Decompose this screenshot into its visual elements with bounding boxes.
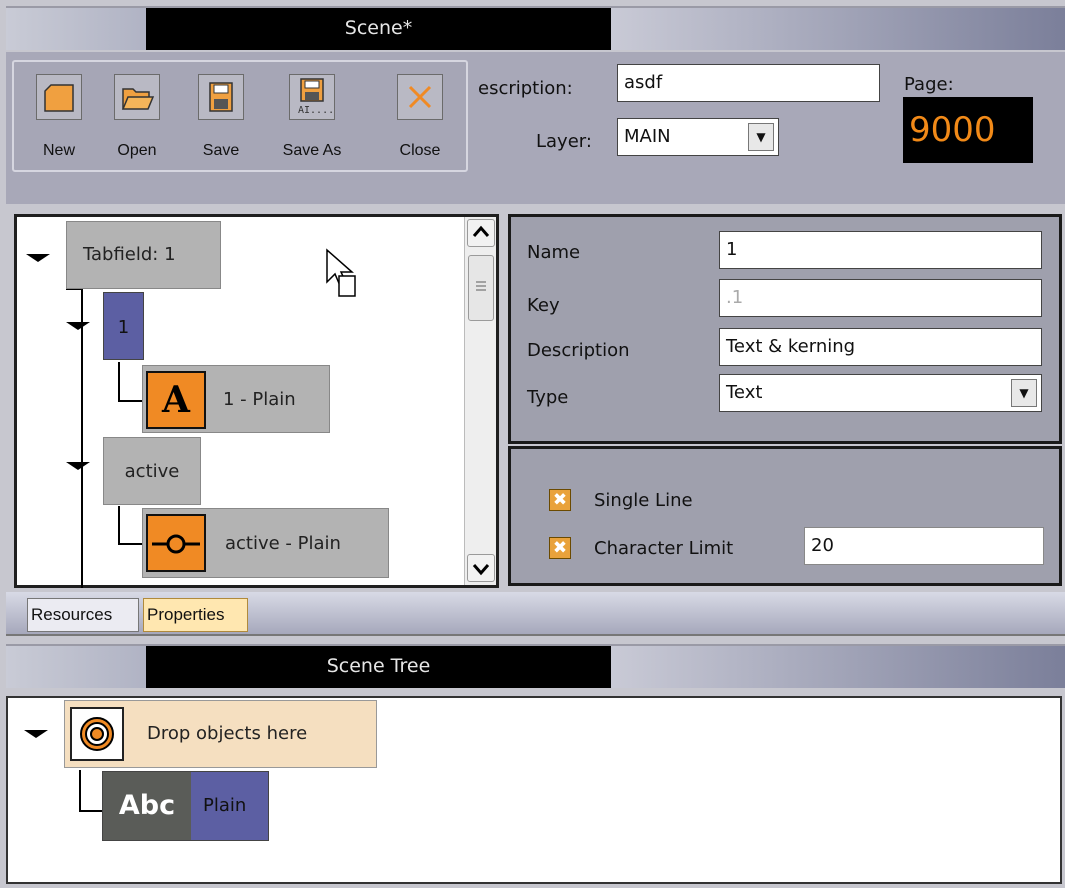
scroll-thumb[interactable] (468, 255, 494, 321)
key-label: Key (527, 295, 560, 316)
layer-select[interactable]: MAIN ▼ (617, 118, 779, 156)
toggle-object-icon (146, 514, 206, 572)
description-prop-label: Description (527, 340, 630, 361)
save-as-label: Save As (282, 142, 342, 159)
character-limit-checkbox[interactable]: ✖ (549, 537, 571, 559)
svg-text:AI....: AI.... (298, 105, 334, 116)
tree-line (79, 770, 81, 812)
tab-resources[interactable]: Resources (27, 598, 139, 632)
open-button[interactable]: Open (107, 74, 167, 160)
tree-scrollbar[interactable] (464, 217, 496, 585)
scene-titlebar: Scene* (6, 6, 1065, 50)
tree-line (118, 506, 120, 544)
scroll-down-icon[interactable] (467, 554, 495, 582)
save-as-button[interactable]: AI.... Save As (282, 74, 342, 160)
save-button[interactable]: Save (191, 74, 251, 160)
mouse-cursor-icon (325, 248, 359, 305)
description-prop-field[interactable]: Text & kerning (719, 328, 1042, 366)
description-label: escription: (478, 78, 573, 99)
collapse-arrow-icon[interactable] (66, 322, 90, 330)
scene-tree-title: Scene Tree (326, 655, 431, 677)
scene-node-plain[interactable]: Abc Plain (102, 771, 269, 841)
tab-properties[interactable]: Properties (143, 598, 248, 632)
new-button[interactable]: New (29, 74, 89, 160)
tree-node-active[interactable]: active (103, 437, 201, 505)
drop-label: Drop objects here (147, 723, 308, 744)
type-select[interactable]: Text ▼ (719, 374, 1042, 412)
scene-title: Scene* (344, 17, 413, 39)
node-label: Tabfield: 1 (83, 244, 176, 265)
description-field[interactable]: asdf (617, 64, 880, 102)
layer-value: MAIN (624, 126, 671, 147)
type-value: Text (726, 382, 763, 403)
page-label: Page: (904, 74, 954, 95)
text-abc-icon: Abc (103, 772, 191, 840)
floppy-save-as-icon: AI.... (289, 74, 335, 120)
tree-line (79, 810, 103, 812)
new-label: New (42, 142, 75, 159)
text-object-icon: A (146, 371, 206, 429)
collapse-arrow-icon[interactable] (26, 254, 50, 262)
plain-label: Plain (203, 795, 247, 816)
tree-node-1[interactable]: 1 (103, 292, 144, 360)
save-label: Save (202, 142, 240, 159)
new-file-icon (36, 74, 82, 120)
scene-tree-titlebar: Scene Tree (6, 644, 1065, 688)
folder-open-icon (114, 74, 160, 120)
tree-line (118, 400, 142, 402)
key-field[interactable]: .1 (719, 279, 1042, 317)
tree-line (81, 288, 83, 588)
type-label: Type (527, 387, 569, 408)
close-x-icon (397, 74, 443, 120)
options-panel (508, 446, 1062, 586)
target-icon (70, 707, 124, 761)
close-label: Close (399, 142, 441, 159)
tree-line (118, 543, 142, 545)
character-limit-label: Character Limit (594, 538, 734, 559)
scroll-up-icon[interactable] (467, 219, 495, 247)
collapse-arrow-icon[interactable] (66, 462, 90, 470)
page-number: 9000 (903, 97, 1033, 163)
character-limit-field[interactable]: 20 (804, 527, 1044, 565)
dropdown-arrow-icon[interactable]: ▼ (748, 123, 774, 151)
name-label: Name (527, 242, 581, 263)
close-button[interactable]: Close (390, 74, 450, 160)
open-label: Open (117, 142, 157, 159)
collapse-arrow-icon[interactable] (24, 730, 48, 738)
single-line-checkbox[interactable]: ✖ (549, 489, 571, 511)
name-field[interactable]: 1 (719, 231, 1042, 269)
node-label: 1 - Plain (223, 389, 296, 410)
tree-node-tabfield[interactable]: Tabfield: 1 (66, 221, 221, 289)
node-label: active - Plain (225, 533, 341, 554)
layer-label: Layer: (536, 131, 592, 152)
node-label: 1 (117, 317, 130, 338)
tree-line (118, 362, 120, 402)
node-label: active (124, 461, 180, 482)
single-line-label: Single Line (594, 490, 693, 511)
dropdown-arrow-icon[interactable]: ▼ (1011, 379, 1037, 407)
floppy-disk-icon (198, 74, 244, 120)
